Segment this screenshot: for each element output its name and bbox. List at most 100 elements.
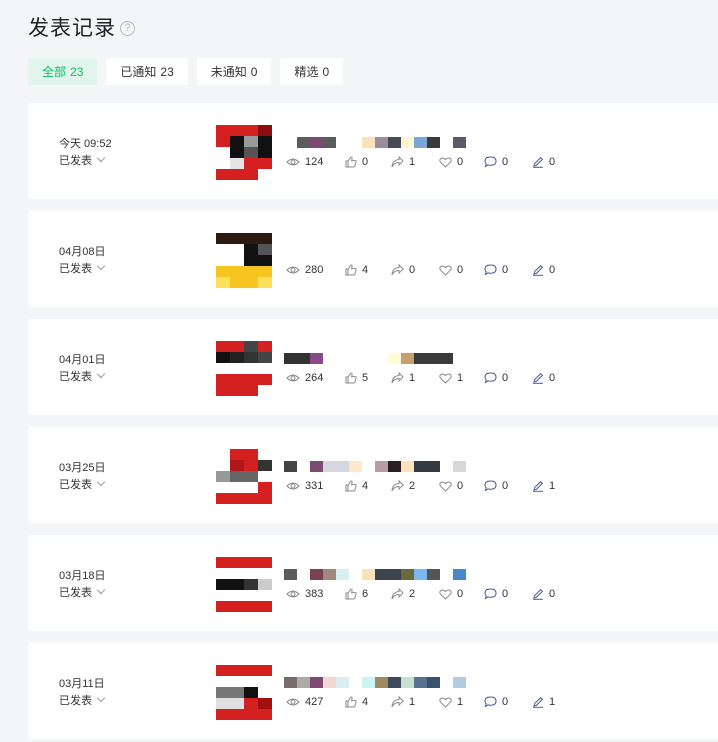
post-thumbnail[interactable] [214, 448, 274, 504]
stat-favorites: 1 [439, 696, 484, 708]
stat-edit[interactable]: 1 [532, 480, 572, 492]
thumbnail-tile [216, 374, 230, 385]
post-status-label: 已发表 [59, 263, 92, 275]
pen-icon [533, 264, 544, 276]
title-blur-block [362, 569, 375, 580]
title-blur-block [297, 461, 310, 472]
thumbnail-tile [258, 158, 272, 169]
filter-tab-label: 全部 [42, 65, 67, 79]
post-card[interactable]: 04月08日 已发表 280 4 0 0 0 0 [28, 211, 718, 307]
thumbnail-tile [244, 147, 258, 158]
stat-comments: 0 [484, 588, 532, 600]
filter-tab-all[interactable]: 全部 23 [28, 58, 98, 85]
post-title-obscured[interactable] [284, 353, 453, 364]
title-blur-block [453, 461, 466, 472]
title-blur-block [453, 677, 466, 688]
thumbnail-image [216, 449, 272, 504]
title-blur-block [388, 569, 401, 580]
post-thumbnail[interactable] [214, 340, 274, 396]
thumbnail-tile [230, 665, 244, 676]
thumbnail-tile [230, 493, 244, 504]
comment-icon [484, 480, 497, 492]
filter-tab-notified[interactable]: 已通知 23 [106, 58, 188, 85]
heart-icon [439, 588, 452, 600]
thumbnail-tile [230, 147, 244, 158]
chevron-down-icon [96, 261, 106, 271]
stat-edit[interactable]: 0 [532, 264, 572, 276]
title-blur-block [362, 677, 375, 688]
post-thumbnail[interactable] [214, 124, 274, 180]
pen-icon [533, 372, 544, 384]
title-blur-block [297, 569, 310, 580]
stat-edit[interactable]: 1 [532, 696, 572, 708]
thumbnail-tile [244, 363, 258, 374]
stat-edit[interactable]: 0 [532, 588, 572, 600]
stat-favorites: 1 [439, 372, 484, 384]
stat-likes-value: 5 [362, 372, 369, 384]
thumbnail-tile [216, 169, 230, 180]
filter-tab-featured[interactable]: 精选 0 [280, 58, 344, 85]
stat-likes-value: 0 [362, 156, 369, 168]
stat-edit[interactable]: 0 [532, 156, 572, 168]
post-thumbnail[interactable] [214, 232, 274, 288]
title-blur-block [375, 677, 388, 688]
post-title-obscured[interactable] [284, 677, 466, 688]
thumbnail-tile [216, 471, 230, 482]
post-list: 今天 09:52 已发表 124 0 1 0 0 0 04月08日 已发表 28… [28, 103, 718, 742]
post-status-dropdown[interactable]: 已发表 [59, 260, 106, 276]
title-blur-block [440, 137, 453, 148]
post-title-obscured[interactable] [284, 569, 466, 580]
stat-views: 331 [286, 480, 345, 492]
post-status-dropdown[interactable]: 已发表 [59, 692, 106, 708]
post-card[interactable]: 04月01日 已发表 264 5 1 1 0 0 [28, 319, 718, 415]
thumbnail-tile [244, 557, 258, 568]
comment-icon [484, 696, 497, 708]
title-blur-block [323, 569, 336, 580]
thumbnail-tile [258, 676, 272, 687]
eye-icon [286, 482, 300, 490]
post-status-dropdown[interactable]: 已发表 [59, 368, 106, 384]
thumbnail-tile [230, 557, 244, 568]
stat-views: 383 [286, 588, 345, 600]
help-circle-icon[interactable]: ? [120, 20, 135, 36]
thumbnail-tile [230, 244, 244, 255]
thumbnail-tile [258, 568, 272, 579]
filter-tab-label: 精选 [294, 65, 319, 79]
chevron-down-icon [96, 693, 106, 703]
post-status-dropdown[interactable]: 已发表 [59, 584, 106, 600]
thumbnail-tile [230, 385, 244, 396]
title-blur-block [440, 461, 453, 472]
post-thumbnail[interactable] [214, 664, 274, 720]
page-header: 发表记录 ? [28, 12, 135, 42]
stat-edit-value: 0 [549, 588, 556, 600]
stat-favorites-value: 0 [457, 156, 464, 168]
post-thumbnail[interactable] [214, 556, 274, 612]
stat-likes: 5 [345, 372, 391, 384]
stat-shares: 1 [391, 372, 439, 384]
post-card[interactable]: 今天 09:52 已发表 124 0 1 0 0 0 [28, 103, 718, 199]
thumbnail-tile [244, 579, 258, 590]
post-status-dropdown[interactable]: 已发表 [59, 152, 106, 168]
stat-favorites-value: 0 [457, 588, 464, 600]
post-title-obscured[interactable] [284, 461, 466, 472]
stat-edit[interactable]: 0 [532, 372, 572, 384]
thumbnail-tile [244, 169, 258, 180]
filter-tab-count: 23 [160, 64, 174, 79]
eye-icon [286, 698, 300, 706]
thumbnail-tile [216, 255, 230, 266]
post-status-dropdown[interactable]: 已发表 [59, 476, 106, 492]
filter-tab-label: 未通知 [210, 65, 247, 79]
stat-likes-value: 6 [362, 588, 369, 600]
stat-likes-value: 4 [362, 264, 369, 276]
filter-tab-not-notified[interactable]: 未通知 0 [196, 58, 272, 85]
post-card[interactable]: 03月18日 已发表 383 6 2 0 0 0 [28, 535, 718, 631]
stat-comments: 0 [484, 372, 532, 384]
title-blur-block [375, 137, 388, 148]
title-blur-block [284, 353, 297, 364]
stat-comments: 0 [484, 156, 532, 168]
stat-favorites-value: 1 [457, 696, 464, 708]
post-title-obscured[interactable] [284, 137, 466, 148]
post-card[interactable]: 03月11日 已发表 427 4 1 1 0 1 [28, 643, 718, 739]
post-card[interactable]: 03月25日 已发表 331 4 2 0 0 1 [28, 427, 718, 523]
thumbnail-tile [258, 255, 272, 266]
